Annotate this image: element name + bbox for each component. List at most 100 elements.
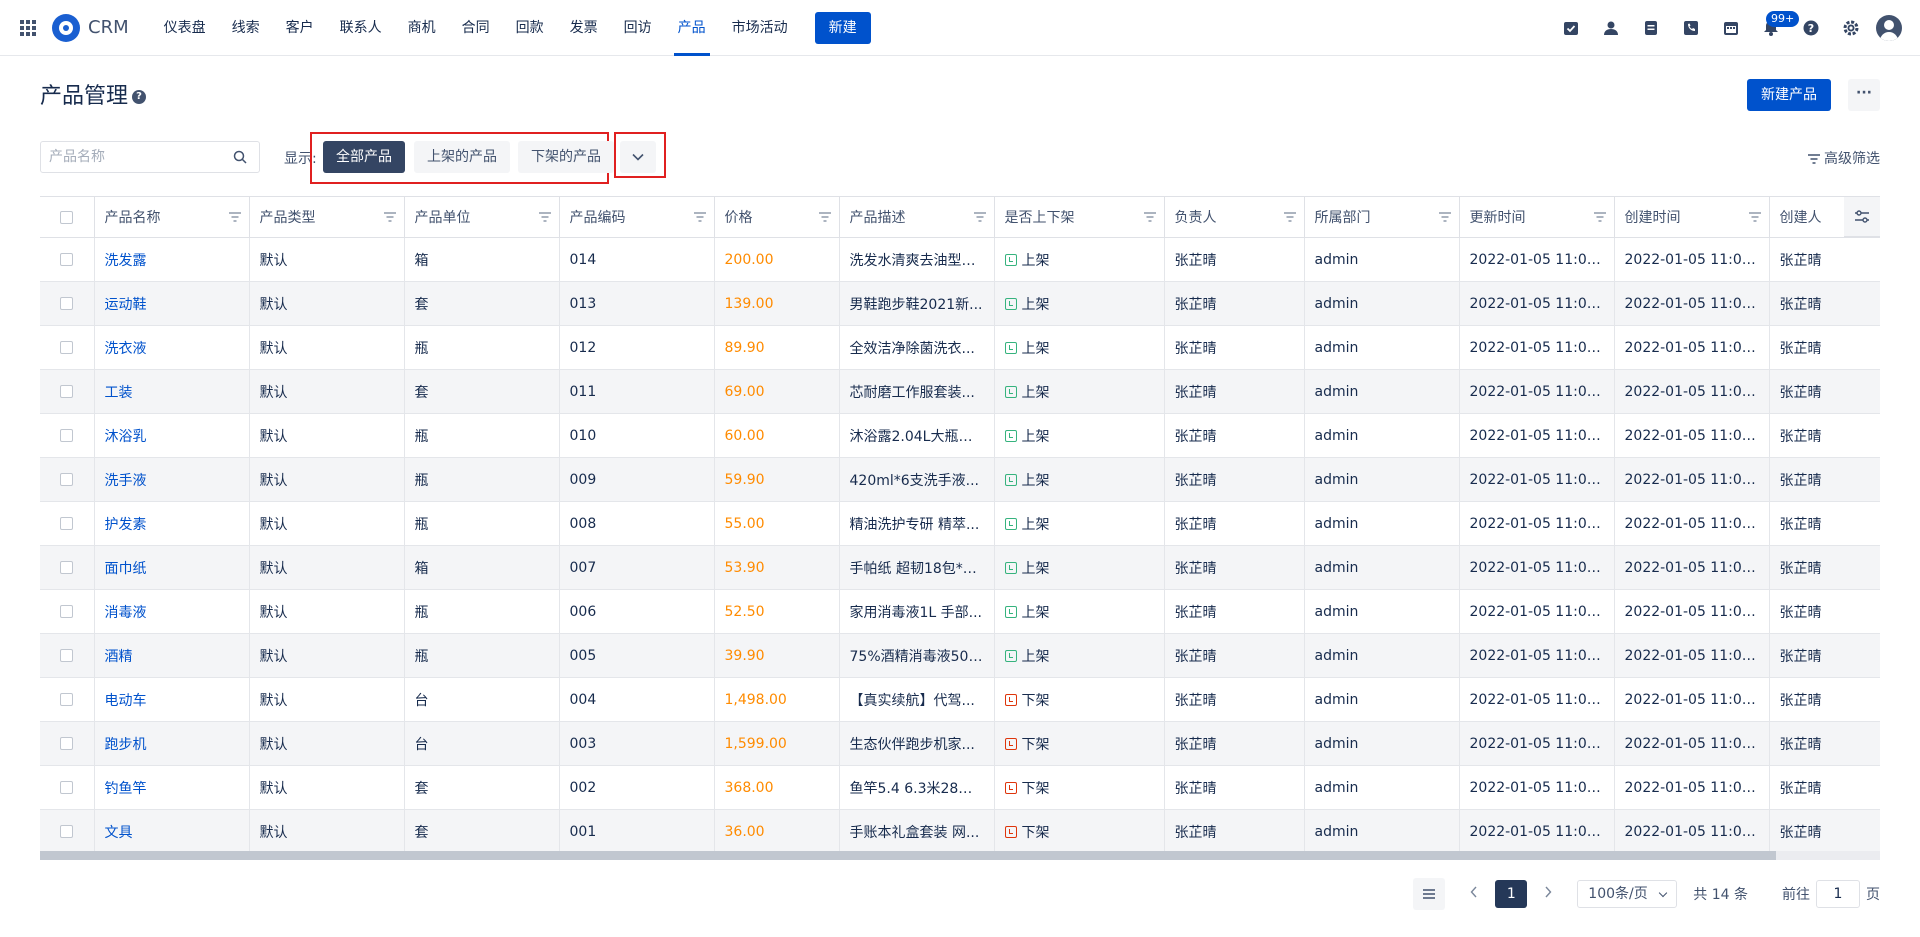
calendar-icon[interactable]: [1722, 19, 1740, 37]
cell-name[interactable]: 消毒液: [94, 589, 250, 634]
horizontal-scrollbar[interactable]: [40, 851, 1880, 860]
table-row[interactable]: 洗衣液 默认瓶 012 89.90 全效洁净除菌洗衣... 上架 张芷晴 admin 2022-…: [40, 325, 1880, 370]
cell-name[interactable]: 面巾纸: [94, 545, 250, 590]
column-header-price[interactable]: 价格: [714, 196, 840, 238]
cell-name[interactable]: 沐浴乳: [94, 413, 250, 458]
product-name-link[interactable]: 消毒液: [105, 605, 147, 621]
table-row[interactable]: 钓鱼竿 默认套 002 368.00 鱼竿5.4 6.3米28调... 下架 张芷晴 admi…: [40, 765, 1880, 810]
column-header-unit[interactable]: 产品单位: [404, 196, 560, 238]
column-header-description[interactable]: 产品描述: [839, 196, 995, 238]
cell-name[interactable]: 电动车: [94, 677, 250, 722]
table-row[interactable]: 洗手液 默认瓶 009 59.90 420ml*6支洗手液... 上架 张芷晴 admin 20…: [40, 457, 1880, 502]
product-name-link[interactable]: 面巾纸: [105, 561, 147, 577]
column-filter-icon[interactable]: [1438, 212, 1451, 222]
app-grid-icon[interactable]: [20, 19, 36, 36]
product-name-link[interactable]: 沐浴乳: [105, 429, 147, 445]
task-icon[interactable]: [1562, 19, 1580, 37]
column-filter-icon[interactable]: [973, 212, 986, 222]
new-button[interactable]: 新建: [814, 11, 871, 44]
document-icon[interactable]: [1642, 19, 1660, 37]
cell-name[interactable]: 文具: [94, 809, 250, 854]
table-row[interactable]: 电动车 默认台 004 1,498.00 【真实续航】代驾... 下架 张芷晴 admin 20…: [40, 677, 1880, 722]
row-checkbox[interactable]: [60, 737, 74, 750]
nav-item-campaigns[interactable]: 市场活动: [719, 0, 801, 56]
cell-name[interactable]: 跑步机: [94, 721, 250, 766]
table-row[interactable]: 工装 默认套 011 69.00 芯耐磨工作服套装... 上架 张芷晴 admin 2022-0…: [40, 369, 1880, 414]
segment-on-shelf-products[interactable]: 上架的产品: [414, 141, 510, 173]
column-filter-icon[interactable]: [228, 212, 241, 222]
page-size-select[interactable]: 100条/页: [1577, 880, 1678, 908]
nav-item-invoices[interactable]: 发票: [557, 0, 611, 56]
nav-item-visits[interactable]: 回访: [611, 0, 665, 56]
help-icon[interactable]: ?: [1802, 19, 1820, 37]
column-header-updated-time[interactable]: 更新时间: [1459, 196, 1615, 238]
column-filter-icon[interactable]: [693, 212, 706, 222]
product-name-link[interactable]: 酒精: [105, 649, 133, 665]
row-checkbox[interactable]: [60, 341, 74, 354]
cell-name[interactable]: 护发素: [94, 501, 250, 546]
search-icon[interactable]: [233, 150, 247, 164]
nav-item-products[interactable]: 产品: [665, 0, 719, 56]
phone-icon[interactable]: [1682, 19, 1700, 37]
column-header-name[interactable]: 产品名称: [94, 196, 250, 238]
product-name-link[interactable]: 钓鱼竿: [105, 781, 147, 797]
nav-item-customers[interactable]: 客户: [273, 0, 327, 56]
next-page-button[interactable]: [1533, 886, 1563, 902]
row-checkbox[interactable]: [60, 253, 74, 266]
list-view-toggle[interactable]: [1413, 878, 1446, 910]
product-name-link[interactable]: 文具: [105, 825, 133, 841]
table-row[interactable]: 消毒液 默认瓶 006 52.50 家用消毒液1L 手部... 上架 张芷晴 admin 202…: [40, 589, 1880, 634]
row-checkbox[interactable]: [60, 561, 74, 574]
contact-icon[interactable]: [1602, 19, 1620, 37]
row-checkbox[interactable]: [60, 825, 74, 838]
more-options-button[interactable]: ···: [1848, 79, 1880, 111]
row-checkbox[interactable]: [60, 781, 74, 794]
table-row[interactable]: 沐浴乳 默认瓶 010 60.00 沐浴露2.04L大瓶家... 上架 张芷晴 admin 20…: [40, 413, 1880, 458]
table-row[interactable]: 运动鞋 默认套 013 139.00 男鞋跑步鞋2021新... 上架 张芷晴 admin 20…: [40, 281, 1880, 326]
help-circle-icon[interactable]: ?: [132, 90, 147, 104]
prev-page-button[interactable]: [1459, 886, 1489, 902]
scrollbar-thumb[interactable]: [40, 851, 1776, 860]
row-checkbox[interactable]: [60, 297, 74, 310]
segment-dropdown-button[interactable]: [620, 141, 656, 173]
row-checkbox[interactable]: [60, 517, 74, 530]
advanced-filter-button[interactable]: 高级筛选: [1808, 148, 1880, 168]
row-checkbox[interactable]: [60, 473, 74, 486]
nav-item-leads[interactable]: 线索: [219, 0, 273, 56]
column-settings-button[interactable]: [1844, 196, 1880, 237]
row-checkbox[interactable]: [60, 605, 74, 618]
nav-item-contracts[interactable]: 合同: [449, 0, 503, 56]
column-header-shelf-status[interactable]: 是否上下架: [994, 196, 1165, 238]
column-filter-icon[interactable]: [1143, 212, 1156, 222]
column-header-owner[interactable]: 负责人: [1164, 196, 1305, 238]
user-avatar-icon[interactable]: [1876, 15, 1902, 41]
column-filter-icon[interactable]: [383, 212, 396, 222]
cell-name[interactable]: 工装: [94, 369, 250, 414]
product-name-link[interactable]: 洗手液: [105, 473, 147, 489]
table-row[interactable]: 跑步机 默认台 003 1,599.00 生态伙伴跑步机家... 下架 张芷晴 admin 20…: [40, 721, 1880, 766]
column-filter-icon[interactable]: [1283, 212, 1296, 222]
search-input[interactable]: [41, 142, 221, 172]
gear-icon[interactable]: [1842, 19, 1860, 37]
cell-name[interactable]: 运动鞋: [94, 281, 250, 326]
nav-item-dashboard[interactable]: 仪表盘: [151, 0, 219, 56]
cell-name[interactable]: 酒精: [94, 633, 250, 678]
product-name-link[interactable]: 洗衣液: [105, 341, 147, 357]
new-product-button[interactable]: 新建产品: [1747, 79, 1831, 111]
column-header-type[interactable]: 产品类型: [249, 196, 405, 238]
cell-name[interactable]: 钓鱼竿: [94, 765, 250, 810]
brand-name[interactable]: CRM: [88, 17, 129, 38]
page-number-current[interactable]: 1: [1495, 880, 1528, 908]
segment-off-shelf-products[interactable]: 下架的产品: [518, 141, 614, 173]
product-name-link[interactable]: 电动车: [105, 693, 147, 709]
row-checkbox[interactable]: [60, 693, 74, 706]
table-row[interactable]: 文具 默认套 001 36.00 手账本礼盒套装 网... 下架 张芷晴 admin 2022-…: [40, 809, 1880, 854]
nav-item-contacts[interactable]: 联系人: [327, 0, 395, 56]
bell-icon[interactable]: 99+: [1762, 11, 1800, 37]
product-name-link[interactable]: 工装: [105, 385, 133, 401]
cell-name[interactable]: 洗发露: [94, 237, 250, 282]
nav-item-opportunities[interactable]: 商机: [395, 0, 449, 56]
table-row[interactable]: 面巾纸 默认箱 007 53.90 手帕纸 超韧18包*4... 上架 张芷晴 admin 20…: [40, 545, 1880, 590]
select-all-checkbox[interactable]: [60, 210, 74, 224]
cell-name[interactable]: 洗衣液: [94, 325, 250, 370]
